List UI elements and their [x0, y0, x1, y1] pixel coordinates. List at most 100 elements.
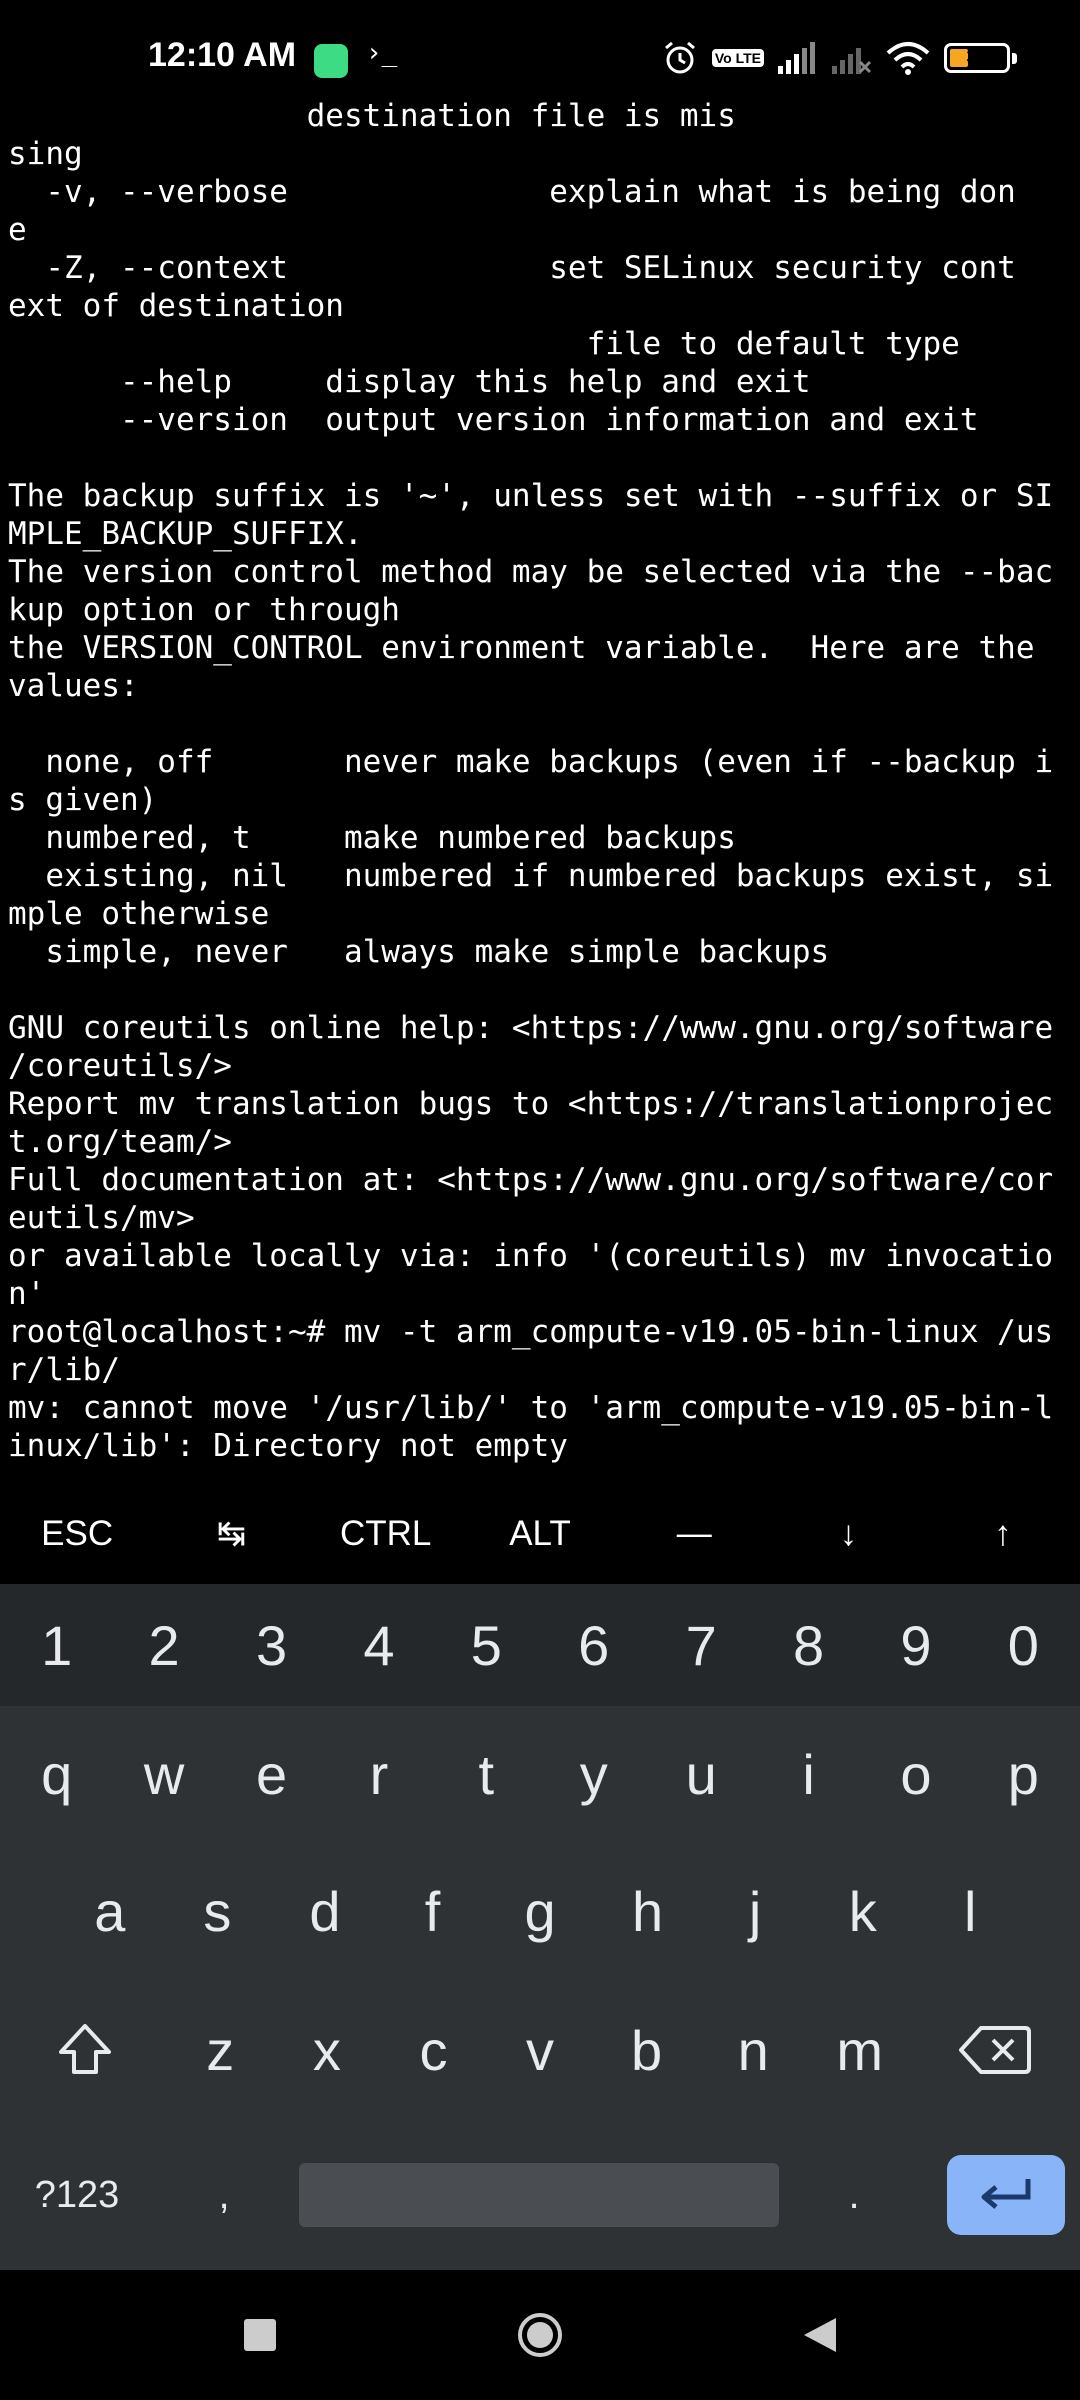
home-button[interactable] [510, 2305, 570, 2365]
terminal-icon: ›_ [366, 38, 398, 68]
key-9[interactable]: 9 [862, 1584, 969, 1706]
triangle-back-icon [804, 2318, 836, 2352]
key-s[interactable]: s [164, 1842, 272, 1980]
key-6[interactable]: 6 [540, 1584, 647, 1706]
key-u[interactable]: u [647, 1706, 754, 1842]
terminal-line: t.org/team/> [8, 1124, 232, 1160]
enter-key[interactable] [947, 2155, 1065, 2235]
key-row-2: asdfghjkl [0, 1842, 1080, 1980]
terminal-line: s given) [8, 782, 158, 818]
alt-key[interactable]: ALT [463, 1484, 617, 1584]
key-a[interactable]: a [56, 1842, 164, 1980]
backspace-key[interactable] [913, 1980, 1077, 2120]
terminal-line: -v, --verbose explain what is being don [8, 174, 1016, 210]
battery-level: 30 [966, 47, 988, 68]
key-d[interactable]: d [271, 1842, 379, 1980]
terminal-line: -Z, --context set SELinux security cont [8, 250, 1016, 286]
terminal-line: e [8, 212, 27, 248]
terminal-line: mple otherwise [8, 896, 270, 932]
key-v[interactable]: v [487, 1980, 594, 2120]
signal-icon [778, 42, 815, 74]
shift-icon [59, 2024, 111, 2074]
volte-icon: Vo LTE [711, 49, 764, 67]
terminal-line: kup option or through [8, 592, 400, 628]
key-3[interactable]: 3 [218, 1584, 325, 1706]
terminal-line: destination file is mis [8, 98, 736, 134]
circle-icon [518, 2313, 562, 2357]
key-8[interactable]: 8 [755, 1584, 862, 1706]
up-arrow-key[interactable]: ↑ [926, 1484, 1080, 1584]
comma-key[interactable]: , [151, 2173, 297, 2218]
key-row-4: ?123 , . [0, 2120, 1080, 2270]
shift-key[interactable] [3, 1980, 167, 2120]
recents-button[interactable] [230, 2305, 290, 2365]
terminal-line: MPLE_BACKUP_SUFFIX. [8, 516, 363, 552]
terminal-line: file to default type [8, 326, 960, 362]
terminal-line: --help display this help and exit [8, 364, 811, 400]
terminal-line: GNU coreutils online help: <https://www.… [8, 1010, 1054, 1046]
terminal-line: inux/lib': Directory not empty [8, 1428, 568, 1464]
key-f[interactable]: f [379, 1842, 487, 1980]
key-7[interactable]: 7 [647, 1584, 754, 1706]
key-h[interactable]: h [594, 1842, 702, 1980]
space-key[interactable] [299, 2163, 779, 2227]
key-e[interactable]: e [218, 1706, 325, 1842]
key-l[interactable]: l [917, 1842, 1025, 1980]
key-b[interactable]: b [593, 1980, 700, 2120]
key-1[interactable]: 1 [3, 1584, 110, 1706]
key-q[interactable]: q [3, 1706, 110, 1842]
key-i[interactable]: i [755, 1706, 862, 1842]
key-p[interactable]: p [970, 1706, 1077, 1842]
terminal-line: r/lib/ [8, 1352, 120, 1388]
key-4[interactable]: 4 [325, 1584, 432, 1706]
key-2[interactable]: 2 [110, 1584, 217, 1706]
battery-icon: 30 [944, 43, 1017, 73]
key-o[interactable]: o [862, 1706, 969, 1842]
back-button[interactable] [790, 2305, 850, 2365]
tab-key[interactable]: ↹ [154, 1484, 308, 1584]
esc-key[interactable]: ESC [0, 1484, 154, 1584]
terminal-line: mv: cannot move '/usr/lib/' to 'arm_comp… [8, 1390, 1054, 1426]
terminal-line: n' [8, 1276, 46, 1312]
terminal-line: The backup suffix is '~', unless set wit… [8, 478, 1054, 514]
terminal-line: The version control method may be select… [8, 554, 1054, 590]
navigation-bar [0, 2270, 1080, 2400]
key-r[interactable]: r [325, 1706, 432, 1842]
backspace-icon [959, 2026, 1031, 2074]
clock: 12:10 AM [148, 36, 297, 74]
key-c[interactable]: c [380, 1980, 487, 2120]
wifi-icon [886, 42, 930, 75]
alarm-icon [664, 41, 695, 74]
terminal-line: eutils/mv> [8, 1200, 195, 1236]
terminal-line: Report mv translation bugs to <https://t… [8, 1086, 1054, 1122]
terminal-line: --version output version information and… [8, 402, 979, 438]
number-row: 1234567890 [0, 1584, 1080, 1706]
android-app-icon [314, 44, 348, 78]
terminal-line: sing [8, 136, 83, 172]
down-arrow-key[interactable]: ↓ [771, 1484, 925, 1584]
terminal-line: Full documentation at: <https://www.gnu.… [8, 1162, 1054, 1198]
key-x[interactable]: x [274, 1980, 381, 2120]
key-y[interactable]: y [540, 1706, 647, 1842]
key-n[interactable]: n [700, 1980, 807, 2120]
signal-icon-2 [832, 48, 872, 74]
key-t[interactable]: t [433, 1706, 540, 1842]
key-5[interactable]: 5 [433, 1584, 540, 1706]
dash-key[interactable]: — [617, 1484, 771, 1584]
key-g[interactable]: g [486, 1842, 594, 1980]
key-m[interactable]: m [806, 1980, 913, 2120]
ctrl-key[interactable]: CTRL [309, 1484, 463, 1584]
period-key[interactable]: . [781, 2173, 927, 2218]
extra-keys-row: ESC ↹ CTRL ALT — ↓ ↑ [0, 1484, 1080, 1584]
key-w[interactable]: w [110, 1706, 217, 1842]
symbols-key[interactable]: ?123 [3, 2174, 151, 2217]
key-k[interactable]: k [809, 1842, 917, 1980]
terminal-line: ext of destination [8, 288, 344, 324]
key-0[interactable]: 0 [970, 1584, 1077, 1706]
terminal-output[interactable]: destination file is mis sing -v, --verbos… [0, 97, 1080, 1475]
key-z[interactable]: z [167, 1980, 274, 2120]
key-j[interactable]: j [701, 1842, 809, 1980]
